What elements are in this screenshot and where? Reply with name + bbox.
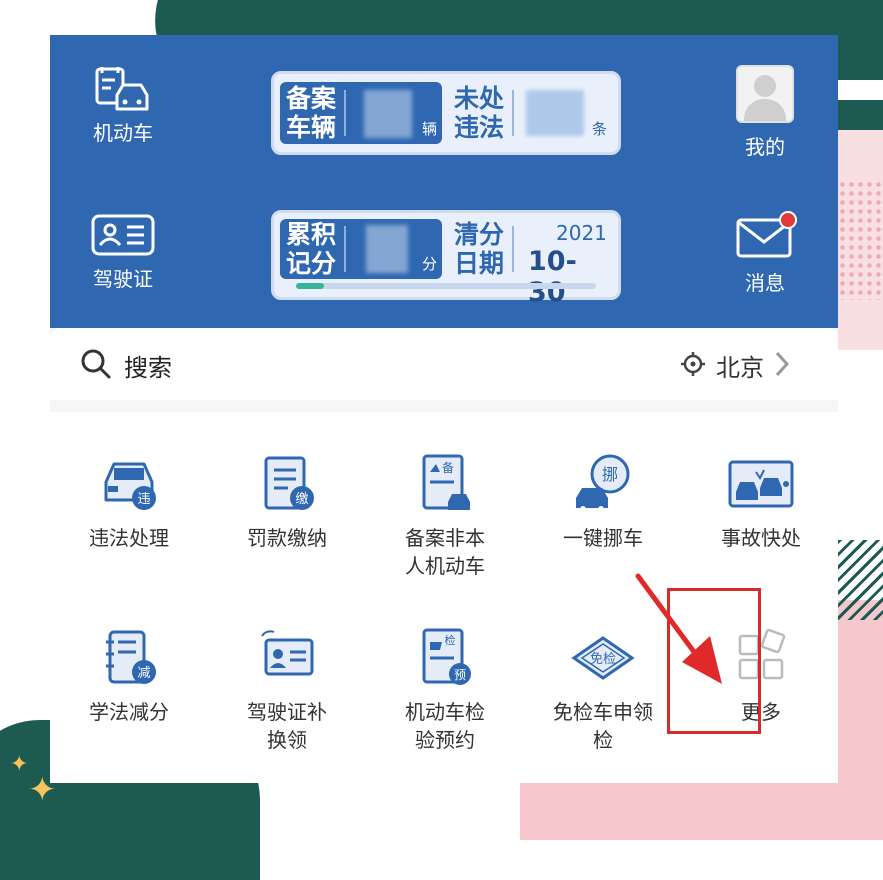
service-label-line2: 人机动车 (405, 554, 485, 578)
fine-payment-icon: 缴 (208, 452, 366, 516)
sparkle-icon: ✦ (10, 752, 29, 777)
violations-unit: 条 (592, 120, 608, 138)
envelope-icon (735, 211, 797, 259)
registered-title-1: 备案 (286, 84, 337, 113)
location-target-icon (680, 351, 706, 381)
search-icon (80, 348, 112, 384)
driver-license-entry[interactable]: 驾驶证 (68, 213, 178, 292)
service-label: 学法减分 (89, 700, 169, 724)
unhandled-violations-panel: 未处 违法 条 (450, 82, 610, 144)
service-move-car[interactable]: 挪 一键挪车 (524, 452, 682, 552)
unread-badge (779, 211, 797, 229)
points-title-1: 累积 (286, 220, 337, 249)
license-renew-icon (208, 626, 366, 690)
car-document-icon (68, 65, 178, 117)
service-label-line1: 机动车检 (405, 700, 485, 724)
chevron-right-icon (774, 350, 790, 382)
points-title-2: 记分 (286, 249, 337, 278)
service-register-non-owned-vehicle[interactable]: 备 备案非本 人机动车 (366, 452, 524, 580)
search-bar[interactable]: 搜索 北京 (50, 328, 838, 400)
svg-text:缴: 缴 (295, 492, 308, 507)
service-label: 一键挪车 (563, 526, 643, 550)
service-label: 违法处理 (89, 526, 169, 550)
svg-text:减: 减 (137, 666, 150, 681)
city-selector[interactable]: 北京 (680, 348, 790, 383)
clear-year: 2021 (556, 221, 607, 245)
background-dots (838, 180, 883, 300)
violations-title-2: 违法 (454, 113, 505, 142)
accident-icon (682, 452, 838, 516)
inspection-appointment-icon: 检 预 (366, 626, 524, 690)
points-progress-fill (296, 283, 324, 289)
my-profile-entry[interactable]: 我的 (710, 65, 820, 160)
svg-text:违: 违 (137, 492, 150, 507)
registered-unit: 辆 (422, 120, 438, 138)
clear-date-panel: 清分 日期 2021 10-30 (450, 219, 610, 308)
registered-vehicles-panel: 备案 车辆 辆 (280, 82, 442, 144)
svg-text:挪: 挪 (602, 465, 618, 484)
clear-date: 10-30 (528, 246, 577, 308)
service-accident-quick[interactable]: 事故快处 (682, 452, 838, 552)
violations-title-1: 未处 (454, 84, 505, 113)
dashboard-header: 机动车 驾驶证 备案 车辆 辆 未处 违法 条 累积 记分 分 清分 日期 20… (50, 35, 838, 328)
register-car-icon: 备 (366, 452, 524, 516)
svg-text:检: 检 (445, 633, 456, 647)
move-car-icon: 挪 (524, 452, 682, 516)
registered-title-2: 车辆 (286, 113, 337, 142)
messages-label: 消息 (745, 271, 785, 295)
messages-entry[interactable]: 消息 (710, 211, 820, 296)
clear-date-title-2: 日期 (454, 249, 505, 278)
score-stats-card[interactable]: 累积 记分 分 清分 日期 2021 10-30 (271, 210, 621, 308)
service-label-line1: 驾驶证补 (247, 700, 327, 724)
service-study-law[interactable]: 减 学法减分 (50, 626, 208, 726)
service-label-line2: 换领 (267, 728, 307, 752)
my-profile-label: 我的 (745, 135, 785, 159)
svg-text:预: 预 (454, 668, 466, 682)
registered-count-blurred (364, 90, 412, 138)
service-label-line1: 免检车申领 (553, 700, 653, 724)
city-label: 北京 (716, 354, 764, 382)
service-inspection-appointment[interactable]: 检 预 机动车检 验预约 (366, 626, 524, 754)
service-license-renewal[interactable]: 驾驶证补 换领 (208, 626, 366, 754)
violations-count-blurred (526, 90, 584, 136)
service-label-line2: 检 (593, 728, 613, 752)
vehicle-label: 机动车 (93, 121, 153, 145)
vehicle-entry[interactable]: 机动车 (68, 65, 178, 146)
service-label-line2: 验预约 (415, 728, 475, 752)
annotation-arrow-icon (630, 570, 740, 694)
driver-license-label: 驾驶证 (93, 267, 153, 291)
points-progress-track (296, 283, 596, 289)
accumulated-points-panel: 累积 记分 分 (280, 219, 442, 279)
study-law-icon: 减 (50, 626, 208, 690)
avatar-icon (736, 65, 794, 123)
svg-text:备: 备 (442, 461, 454, 475)
service-violation-handling[interactable]: 违 违法处理 (50, 452, 208, 552)
points-count-blurred (366, 225, 408, 273)
service-label: 罚款缴纳 (247, 526, 327, 550)
service-label-line1: 备案非本 (405, 526, 485, 550)
points-unit: 分 (422, 255, 438, 273)
vehicle-stats-card[interactable]: 备案 车辆 辆 未处 违法 条 (271, 71, 621, 155)
clear-date-title-1: 清分 (454, 220, 505, 249)
service-fine-payment[interactable]: 缴 罚款缴纳 (208, 452, 366, 552)
service-label: 事故快处 (721, 526, 801, 550)
svg-text:免检: 免检 (590, 652, 616, 667)
id-card-icon (68, 213, 178, 257)
search-label: 搜索 (124, 354, 172, 382)
background-hatch (838, 540, 883, 620)
car-violation-icon: 违 (50, 452, 208, 516)
